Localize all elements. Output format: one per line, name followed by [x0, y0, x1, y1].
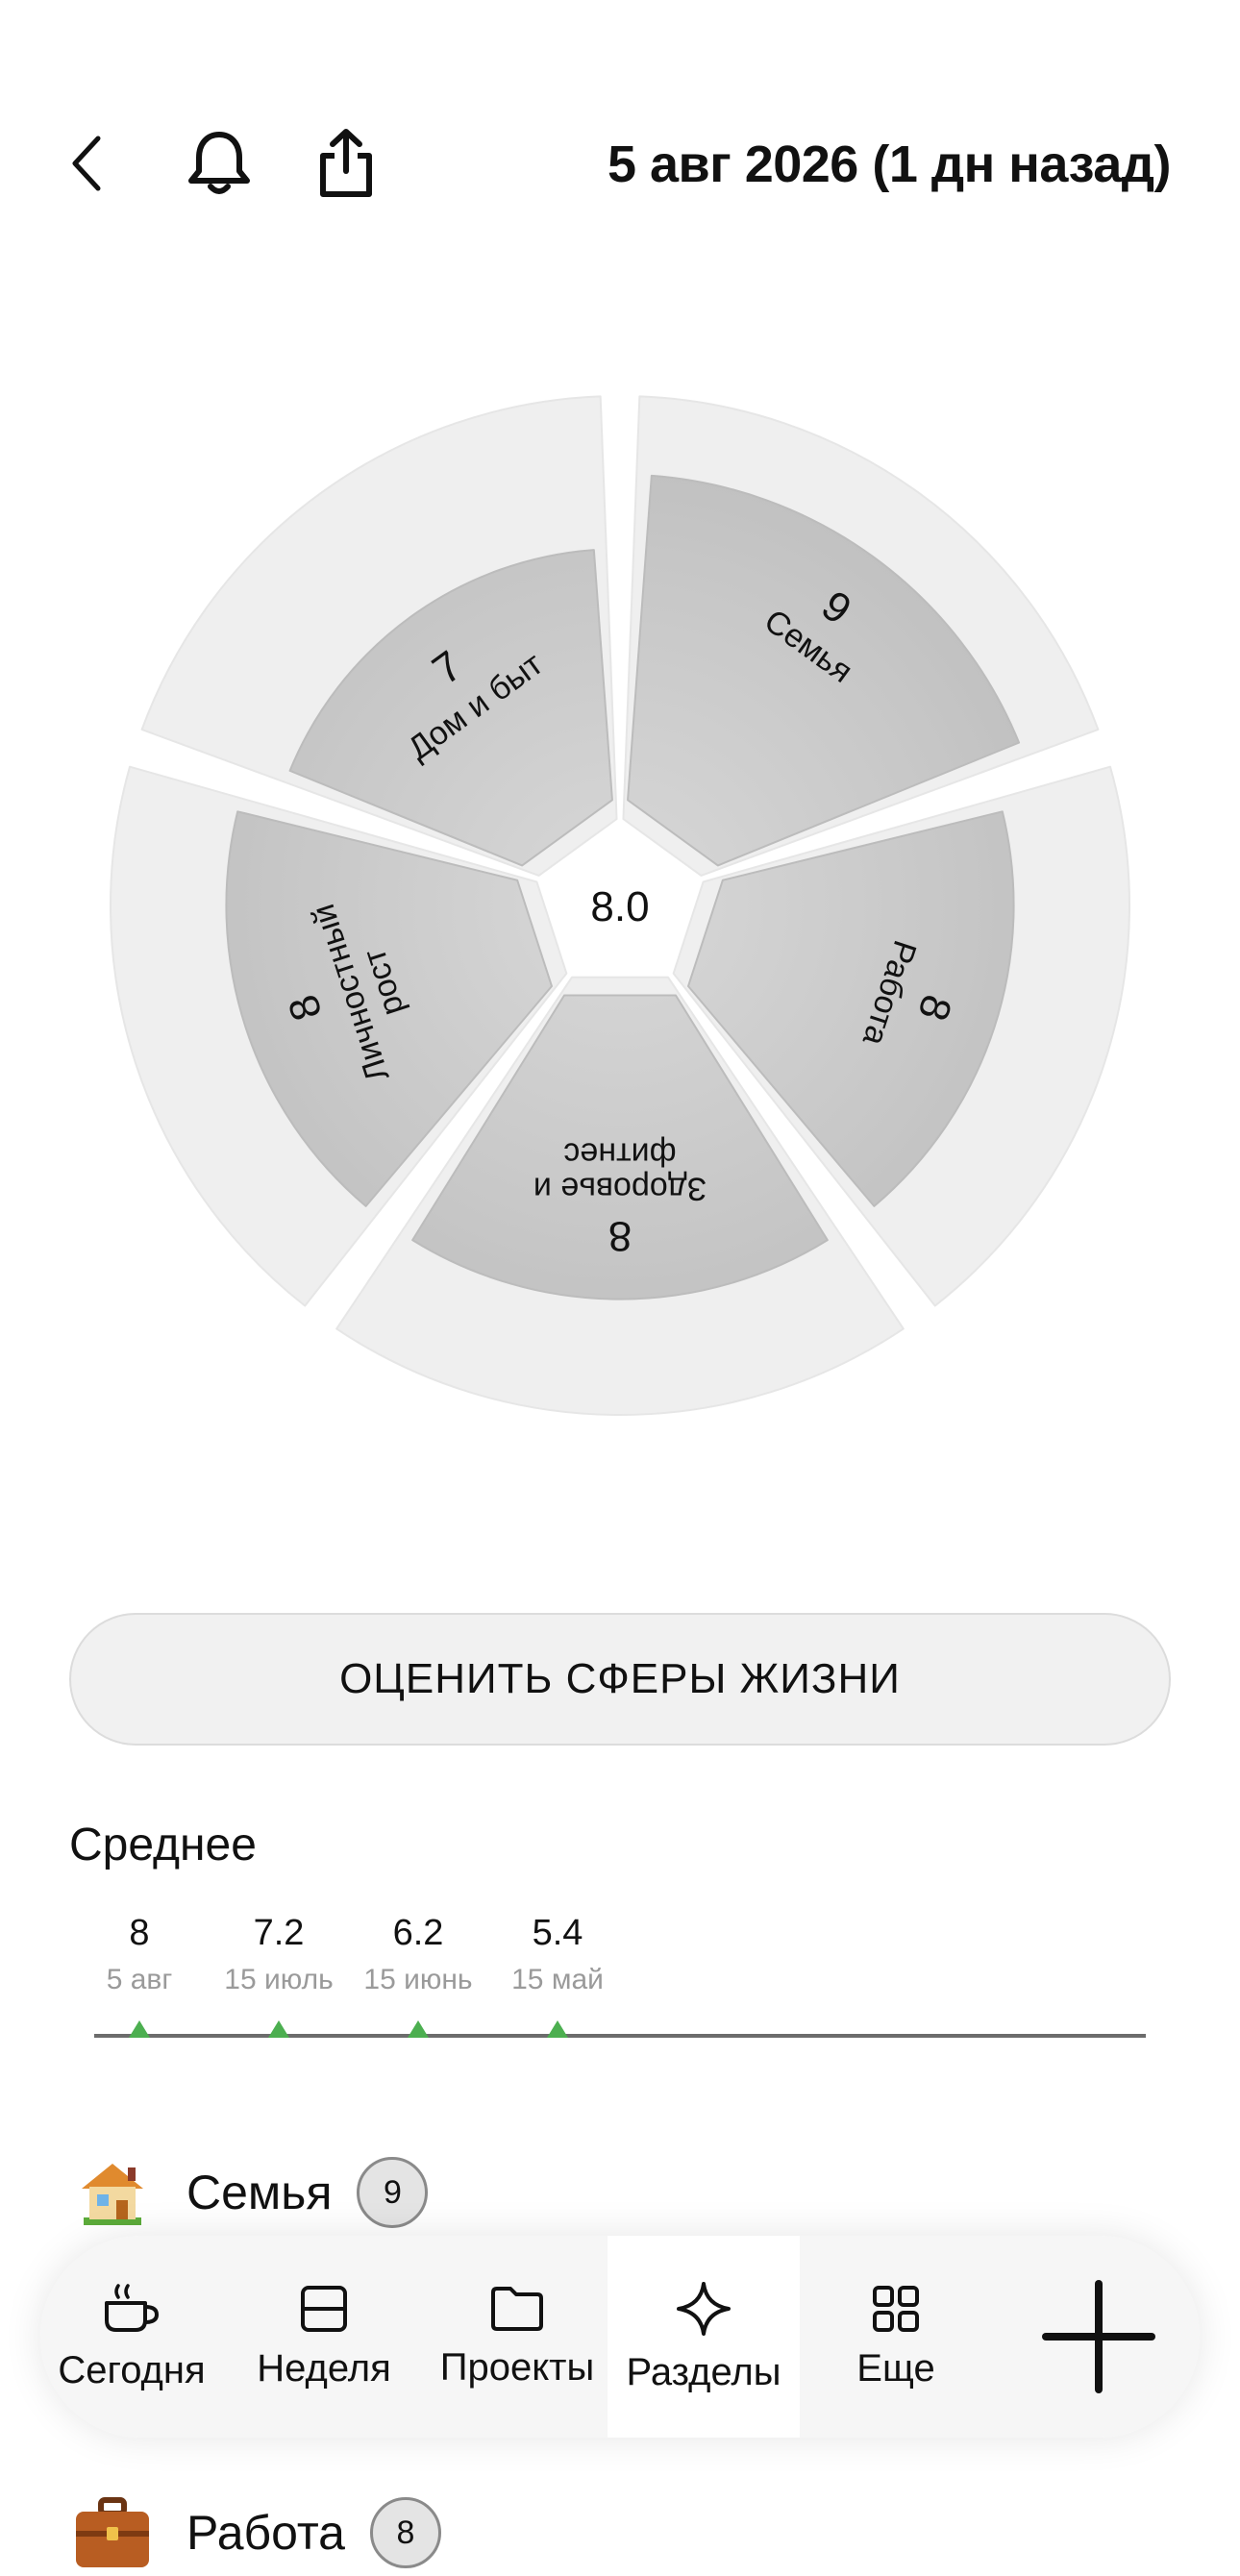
tab-label: Неделя [257, 2346, 391, 2390]
sparkle-icon [677, 2281, 731, 2336]
average-timeline: 85 авг 7.2 15 июль 6.2 15 июнь 5.4 15 май [0, 1913, 1240, 2047]
wheel-total-score: 8.0 [590, 883, 649, 930]
plus-icon [1042, 2280, 1155, 2393]
add-button[interactable] [1036, 2274, 1161, 2399]
area-row-work[interactable]: Работа 8 [69, 2489, 441, 2576]
average-title: Среднее [69, 1820, 257, 1870]
tab-sections[interactable]: Разделы [608, 2236, 800, 2438]
tab-today[interactable]: Сегодня [40, 2236, 223, 2438]
area-score-badge: 8 [370, 2497, 441, 2568]
notifications-button[interactable] [181, 125, 258, 202]
timeline-marker [547, 2020, 568, 2038]
timeline-marker [408, 2020, 429, 2038]
calendar-week-icon [301, 2285, 347, 2332]
timeline-marker [129, 2020, 150, 2038]
area-score-badge: 9 [357, 2157, 429, 2228]
life-wheel: 8.0 9Семья8Работа8Здоровье ифитнес8Лично… [110, 395, 1130, 1416]
tab-more[interactable]: Еще [800, 2236, 992, 2438]
tab-label: Разделы [626, 2350, 781, 2393]
bottom-tab-bar: Сегодня Неделя Проекты Разделы Еще [40, 2236, 1200, 2438]
tab-label: Проекты [439, 2345, 595, 2389]
timeline-marker [268, 2020, 289, 2038]
wheel-segment-score: 8 [608, 1213, 632, 1260]
timeline-value: 5.4 [532, 1913, 583, 1953]
wheel-segment-name: Здоровье и [533, 1171, 707, 1207]
folder-icon [491, 2286, 543, 2331]
share-button[interactable] [308, 123, 384, 204]
tab-projects[interactable]: Проекты [421, 2236, 613, 2438]
share-icon [320, 129, 372, 197]
timeline-date: 15 май [511, 1964, 604, 1995]
wheel-segment-name: фитнес [563, 1136, 676, 1173]
grid-icon [873, 2285, 919, 2332]
tab-label: Сегодня [58, 2348, 206, 2391]
house-icon [69, 2149, 156, 2236]
area-name: Работа [186, 2506, 345, 2560]
timeline-point[interactable]: 5.4 15 май [461, 1913, 654, 1996]
area-row-family[interactable]: Семья 9 [69, 2149, 429, 2236]
timeline-axis [94, 2034, 1146, 2038]
bell-icon [188, 132, 250, 194]
tab-label: Еще [856, 2346, 935, 2390]
area-name: Семья [186, 2166, 333, 2219]
tab-week[interactable]: Неделя [233, 2236, 415, 2438]
coffee-cup-icon [105, 2283, 160, 2332]
page-title: 5 авг 2026 (1 дн назад) [607, 136, 1172, 193]
briefcase-icon [69, 2489, 156, 2576]
back-button[interactable] [58, 130, 115, 197]
chevron-left-icon [72, 136, 101, 191]
rate-life-areas-button[interactable]: ОЦЕНИТЬ СФЕРЫ ЖИЗНИ [69, 1613, 1171, 1746]
